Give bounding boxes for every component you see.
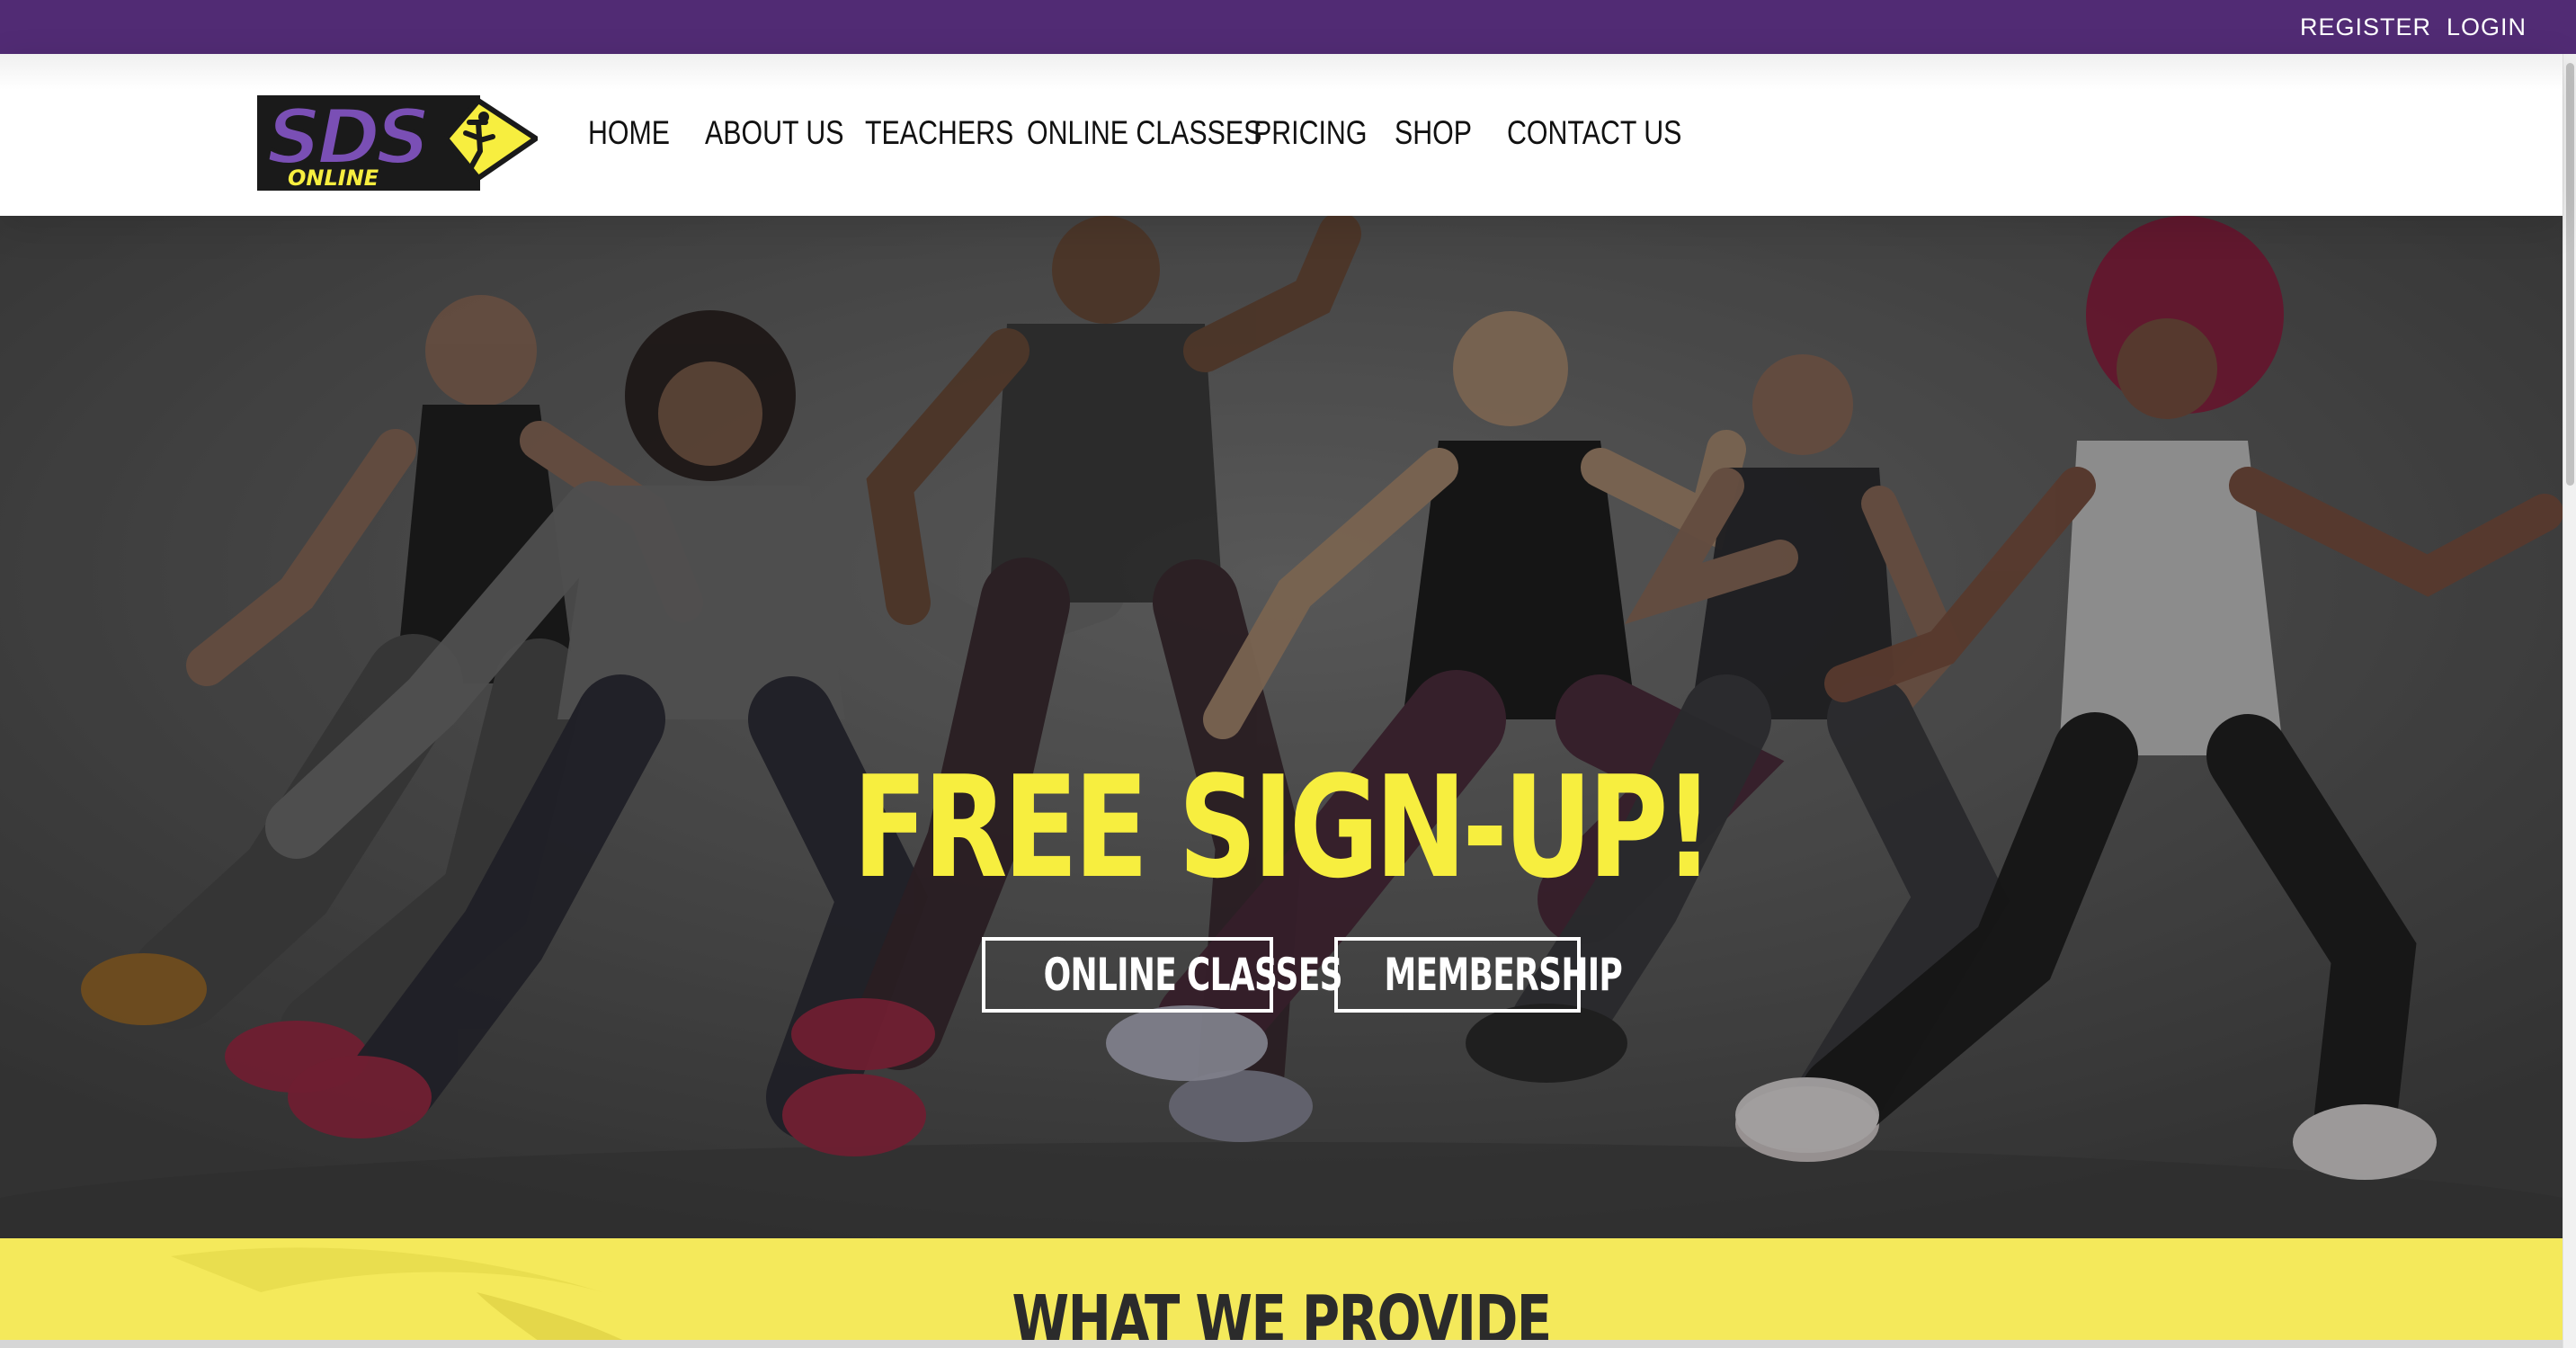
nav-home[interactable]: HOME: [588, 106, 670, 160]
horizontal-scrollbar[interactable]: [0, 1340, 2563, 1348]
sds-online-logo[interactable]: SDS ONLINE: [255, 88, 541, 196]
logo-graphic: SDS ONLINE: [257, 91, 541, 191]
online-classes-button-label: ONLINE CLASSES: [1043, 949, 1343, 1001]
vertical-scrollbar[interactable]: [2563, 54, 2576, 1348]
what-we-provide-title-text: WHAT WE PROVIDE: [1012, 1281, 1552, 1348]
main-navbar: SDS ONLINE HOME ABOUT US TEACHERS ONLINE…: [0, 54, 2563, 216]
top-utility-bar: REGISTER LOGIN: [0, 0, 2576, 54]
nav-online-classes[interactable]: ONLINE CLASSES: [1027, 106, 1261, 160]
hero-title: FREE SIGN-UP!: [852, 745, 1714, 909]
logo-subtext: ONLINE: [288, 165, 379, 191]
nav-teachers[interactable]: TEACHERS: [865, 106, 1013, 160]
nav-shop[interactable]: SHOP: [1395, 106, 1472, 160]
nav-contact-us[interactable]: CONTACT US: [1507, 106, 1681, 160]
vertical-scrollbar-thumb[interactable]: [2566, 63, 2574, 486]
membership-button-label: MEMBERSHIP: [1384, 949, 1623, 1001]
nav-pricing[interactable]: PRICING: [1253, 106, 1367, 160]
online-classes-button[interactable]: ONLINE CLASSES: [982, 937, 1343, 1013]
register-link[interactable]: REGISTER: [2300, 0, 2431, 54]
nav-about-us[interactable]: ABOUT US: [705, 106, 844, 160]
hero-banner: FREE SIGN-UP! ONLINE CLASSES MEMBERSHIP: [0, 216, 2563, 1238]
membership-button[interactable]: MEMBERSHIP: [1334, 937, 1623, 1013]
what-we-provide-section: WHAT WE PROVIDE: [0, 1238, 2563, 1348]
what-we-provide-title: WHAT WE PROVIDE: [0, 1280, 2563, 1348]
dancers-hero-image: [0, 216, 2563, 1238]
login-link[interactable]: LOGIN: [2447, 0, 2527, 54]
